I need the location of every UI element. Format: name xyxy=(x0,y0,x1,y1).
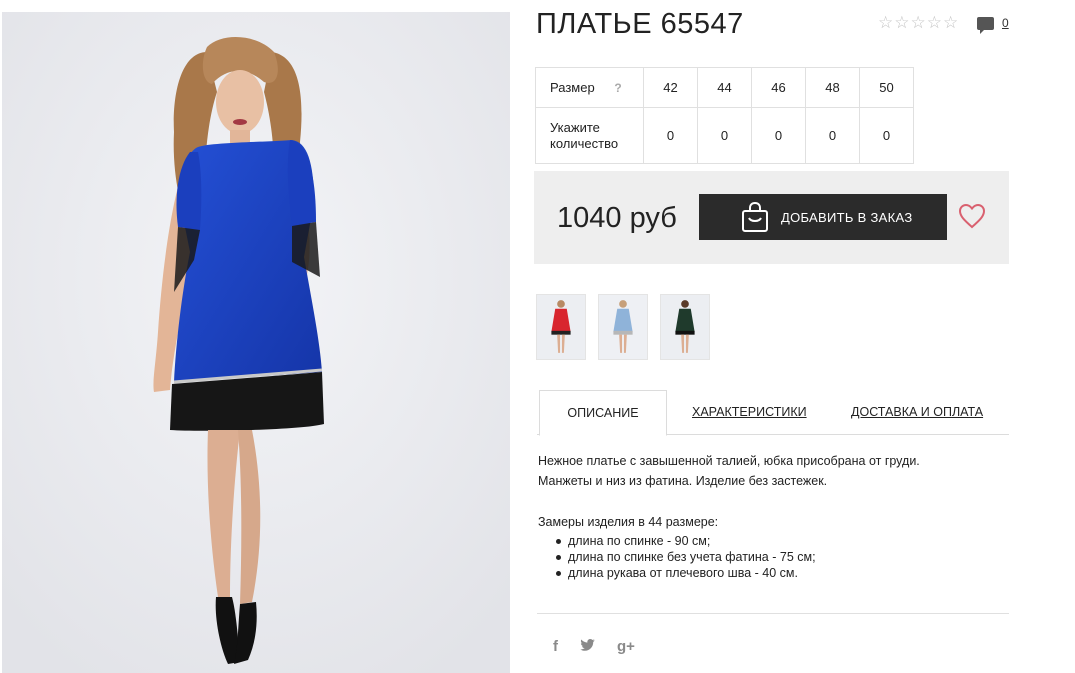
star-icon[interactable]: ☆ xyxy=(894,14,909,32)
heart-icon[interactable] xyxy=(958,203,986,229)
tab-characteristics[interactable]: ХАРАКТЕРИСТИКИ xyxy=(692,390,807,435)
add-to-order-button[interactable]: ДОБАВИТЬ В ЗАКАЗ xyxy=(699,194,947,240)
description-line: Нежное платье с завышенной талией, юбка … xyxy=(538,454,920,468)
size-cell: 48 xyxy=(805,67,860,108)
quantity-label: Укажите количество xyxy=(535,107,644,164)
measurement-item: длина по спинке без учета фатина - 75 см… xyxy=(556,549,816,565)
star-icon[interactable]: ☆ xyxy=(878,14,893,32)
comments-link[interactable]: 0 xyxy=(977,16,1009,34)
tab-description[interactable]: ОПИСАНИЕ xyxy=(539,390,667,436)
product-title: ПЛАТЬЕ 65547 xyxy=(536,8,744,40)
comment-bubble-icon xyxy=(977,16,994,34)
description-line: Манжеты и низ из фатина. Изделие без зас… xyxy=(538,474,828,488)
size-label-cell: Размер ? xyxy=(535,67,644,108)
thumb-red-dress-image xyxy=(537,295,585,359)
measurements-block: Замеры изделия в 44 размере: длина по сп… xyxy=(538,515,816,581)
quantity-input[interactable]: 0 xyxy=(751,107,806,164)
measurement-item: длина по спинке - 90 см; xyxy=(556,533,816,549)
description-text: Нежное платье с завышенной талией, юбка … xyxy=(538,451,1008,491)
product-main-photo[interactable] xyxy=(2,12,510,673)
divider xyxy=(537,613,1009,614)
size-help-icon[interactable]: ? xyxy=(614,81,621,95)
social-share: f g+ xyxy=(553,638,635,655)
quantity-input[interactable]: 0 xyxy=(805,107,860,164)
tab-delivery-payment[interactable]: ДОСТАВКА И ОПЛАТА xyxy=(851,390,983,435)
shopping-bag-icon xyxy=(742,202,768,232)
size-cell: 50 xyxy=(859,67,914,108)
color-variant-thumbnails xyxy=(536,294,710,360)
measurements-title: Замеры изделия в 44 размере: xyxy=(538,515,719,529)
size-cell: 42 xyxy=(643,67,698,108)
quantity-input[interactable]: 0 xyxy=(859,107,914,164)
facebook-icon[interactable]: f xyxy=(553,638,558,655)
size-label: Размер xyxy=(550,79,595,95)
buy-box: 1040 руб ДОБАВИТЬ В ЗАКАЗ xyxy=(534,171,1009,264)
star-icon[interactable]: ☆ xyxy=(911,14,926,32)
color-thumb-red[interactable] xyxy=(536,294,586,360)
measurements-list: длина по спинке - 90 см; длина по спинке… xyxy=(538,533,816,581)
quantity-input[interactable]: 0 xyxy=(697,107,752,164)
size-cell: 44 xyxy=(697,67,752,108)
quantity-input[interactable]: 0 xyxy=(643,107,698,164)
star-icon[interactable]: ☆ xyxy=(943,14,958,32)
star-icon[interactable]: ☆ xyxy=(927,14,942,32)
product-tabs: ОПИСАНИЕ ХАРАКТЕРИСТИКИ ДОСТАВКА И ОПЛАТ… xyxy=(537,390,1009,436)
add-to-order-label: ДОБАВИТЬ В ЗАКАЗ xyxy=(781,209,913,225)
measurement-item: длина рукава от плечевого шва - 40 см. xyxy=(556,565,816,581)
thumb-light-blue-dress-image xyxy=(599,295,647,359)
rating-stars[interactable]: ☆ ☆ ☆ ☆ ☆ xyxy=(878,14,958,32)
google-plus-icon[interactable]: g+ xyxy=(617,638,635,655)
model-in-blue-dress-image xyxy=(2,12,510,673)
comments-count[interactable]: 0 xyxy=(1002,16,1009,30)
size-row: Размер ? 42 44 46 48 50 xyxy=(535,67,914,108)
product-price: 1040 руб xyxy=(557,202,677,234)
quantity-row: Укажите количество 0 0 0 0 0 xyxy=(535,107,914,164)
size-quantity-table: Размер ? 42 44 46 48 50 Укажите количест… xyxy=(535,67,914,164)
size-cell: 46 xyxy=(751,67,806,108)
thumb-dark-green-dress-image xyxy=(661,295,709,359)
color-thumb-light-blue[interactable] xyxy=(598,294,648,360)
color-thumb-dark-green[interactable] xyxy=(660,294,710,360)
twitter-icon[interactable] xyxy=(580,638,595,655)
